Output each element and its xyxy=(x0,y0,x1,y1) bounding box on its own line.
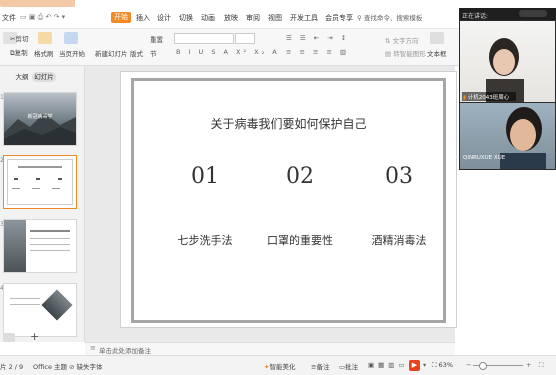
document-tab[interactable] xyxy=(0,0,75,7)
command-search[interactable]: ⚲ 查找命令、搜索模板 xyxy=(357,12,422,23)
smart-beautify-button[interactable]: ✦智能美化 xyxy=(264,361,295,371)
zoom-in-button[interactable]: + xyxy=(526,361,531,369)
slide-thumbnail-1[interactable]: 新冠病毒学 xyxy=(3,92,77,146)
font-size-select[interactable] xyxy=(235,33,255,44)
item-label[interactable]: 七步洗手法 xyxy=(160,232,250,248)
call-header: 正在讲话: xyxy=(459,8,556,20)
notes-bar[interactable]: ≡ 单击此处添加备注 xyxy=(85,342,455,355)
tab-member[interactable]: 会员专享 xyxy=(325,13,353,23)
slide-title[interactable]: 关于病毒我们要如何保护自己 xyxy=(121,115,456,132)
thumb1-title: 新冠病毒学 xyxy=(27,114,53,120)
play-from-current-icon xyxy=(64,32,78,44)
tab-outline[interactable]: 大纲 xyxy=(14,72,30,82)
slide-menu-button[interactable] xyxy=(3,333,15,342)
item-number[interactable]: 02 xyxy=(270,164,330,189)
tab-slideshow[interactable]: 放映 xyxy=(224,13,238,23)
participant-1-name: ▮ 计机2043班周心 xyxy=(463,95,510,101)
participant-2-name: QINRUXUE XUE xyxy=(463,155,506,161)
play-slideshow-icon[interactable]: ▶ xyxy=(409,360,420,371)
slide-thumbnail-3[interactable] xyxy=(3,219,77,273)
zoom-level[interactable]: ⛶ 63% xyxy=(432,361,453,370)
page-indicator: 片 2 / 9 xyxy=(0,363,24,371)
menu-file[interactable]: 文件 xyxy=(2,13,16,23)
tab-review[interactable]: 审阅 xyxy=(246,13,260,23)
slide-thumbnail-4[interactable] xyxy=(3,283,77,337)
tab-slides[interactable]: 幻灯片 xyxy=(32,72,56,82)
fit-icon: ⛶ xyxy=(432,361,437,369)
play-options-chevron-icon[interactable]: ▾ xyxy=(423,361,426,369)
paragraph-list-buttons[interactable]: ☰ ☰ ⇤ ⇥ ↕ xyxy=(286,34,349,42)
format-painter-icon xyxy=(38,32,52,44)
tab-animation[interactable]: 动画 xyxy=(201,13,215,23)
font-style-buttons[interactable]: B I U S A X² X₂ A xyxy=(176,48,280,56)
reset-button[interactable]: 重置 xyxy=(150,34,163,44)
item-number[interactable]: 01 xyxy=(175,164,235,189)
text-direction-button[interactable]: ⇅ 文字方向 xyxy=(385,35,419,45)
textbox-button[interactable]: 文本框 xyxy=(427,48,447,58)
notes-placeholder: 单击此处添加备注 xyxy=(99,347,151,355)
tab-transition[interactable]: 切换 xyxy=(179,13,193,23)
textbox-icon xyxy=(430,32,444,44)
video-call-panel: 正在讲话: ▮ 计机2043班周心 QINRUXUE XUE xyxy=(459,8,556,170)
font-name-select[interactable] xyxy=(174,33,234,44)
missing-font-button[interactable]: ⊘ 缺失字体 xyxy=(69,361,103,371)
zoom-out-button[interactable]: − xyxy=(466,361,471,369)
format-painter-button[interactable]: 格式刷 xyxy=(34,48,54,58)
fit-window-icon[interactable]: ⛶ xyxy=(539,361,544,370)
smartart-button[interactable]: ▤ 转智能图形 xyxy=(385,48,426,58)
participant-1-image xyxy=(486,38,524,102)
quick-access-icons[interactable]: ▭ ▣ ⎙ ↶ ↷ ▾ xyxy=(20,13,65,22)
tab-insert[interactable]: 插入 xyxy=(136,13,150,23)
item-label[interactable]: 口罩的重要性 xyxy=(255,232,345,248)
view-mode-buttons[interactable]: ▣▦▥▭ xyxy=(368,361,409,369)
title-bar xyxy=(0,0,556,8)
new-slide-button[interactable]: 新建幻灯片 xyxy=(95,48,128,58)
comments-button[interactable]: ▭批注 xyxy=(339,361,358,371)
cut-button[interactable]: ✂剪切 xyxy=(10,33,28,43)
theme-name[interactable]: Office 主题 xyxy=(33,361,67,371)
layout-button[interactable]: 版式 xyxy=(130,48,143,58)
call-controls[interactable] xyxy=(519,10,547,17)
add-slide-icon[interactable]: + xyxy=(30,330,39,343)
slide[interactable]: 关于病毒我们要如何保护自己 01 02 03 七步洗手法 口罩的重要性 酒精消毒… xyxy=(120,71,457,328)
participant-video-2[interactable]: QINRUXUE XUE xyxy=(460,103,555,169)
item-number[interactable]: 03 xyxy=(369,164,429,189)
tab-start[interactable]: 开始 xyxy=(111,12,131,23)
tab-developer[interactable]: 开发工具 xyxy=(290,13,318,23)
microphone-icon: ▮ xyxy=(463,95,467,101)
zoom-slider-handle[interactable] xyxy=(479,362,487,370)
font-warning-icon: ⊘ xyxy=(69,363,75,371)
search-icon: ⚲ xyxy=(357,14,362,22)
participant-video-1[interactable]: ▮ 计机2043班周心 xyxy=(460,21,555,102)
paragraph-align-buttons[interactable]: ≡ ≡ ≡ ≡ ▥ xyxy=(286,48,349,56)
speaking-label: 正在讲话: xyxy=(462,13,489,20)
command-search-text: 查找命令、搜索模板 xyxy=(363,14,423,22)
from-current-button[interactable]: 当页开始 xyxy=(59,48,85,58)
tab-design[interactable]: 设计 xyxy=(157,13,171,23)
section-button[interactable]: 节 xyxy=(150,48,157,58)
tab-view[interactable]: 视图 xyxy=(268,13,282,23)
status-bar: 片 2 / 9 Office 主题 ⊘ 缺失字体 ✦智能美化 ≡备注 ▭批注 ▣… xyxy=(0,355,556,375)
slide-thumbnail-panel: 大纲 幻灯片 1 新冠病毒学 2 3 4 + xyxy=(0,66,85,343)
item-label[interactable]: 酒精消毒法 xyxy=(354,232,444,248)
notes-icon: ≡ xyxy=(90,344,96,352)
notes-toggle-button[interactable]: ≡备注 xyxy=(311,361,329,371)
slide-thumbnail-2-selected[interactable] xyxy=(3,155,77,209)
copy-button[interactable]: ⧉复制 xyxy=(10,47,28,58)
